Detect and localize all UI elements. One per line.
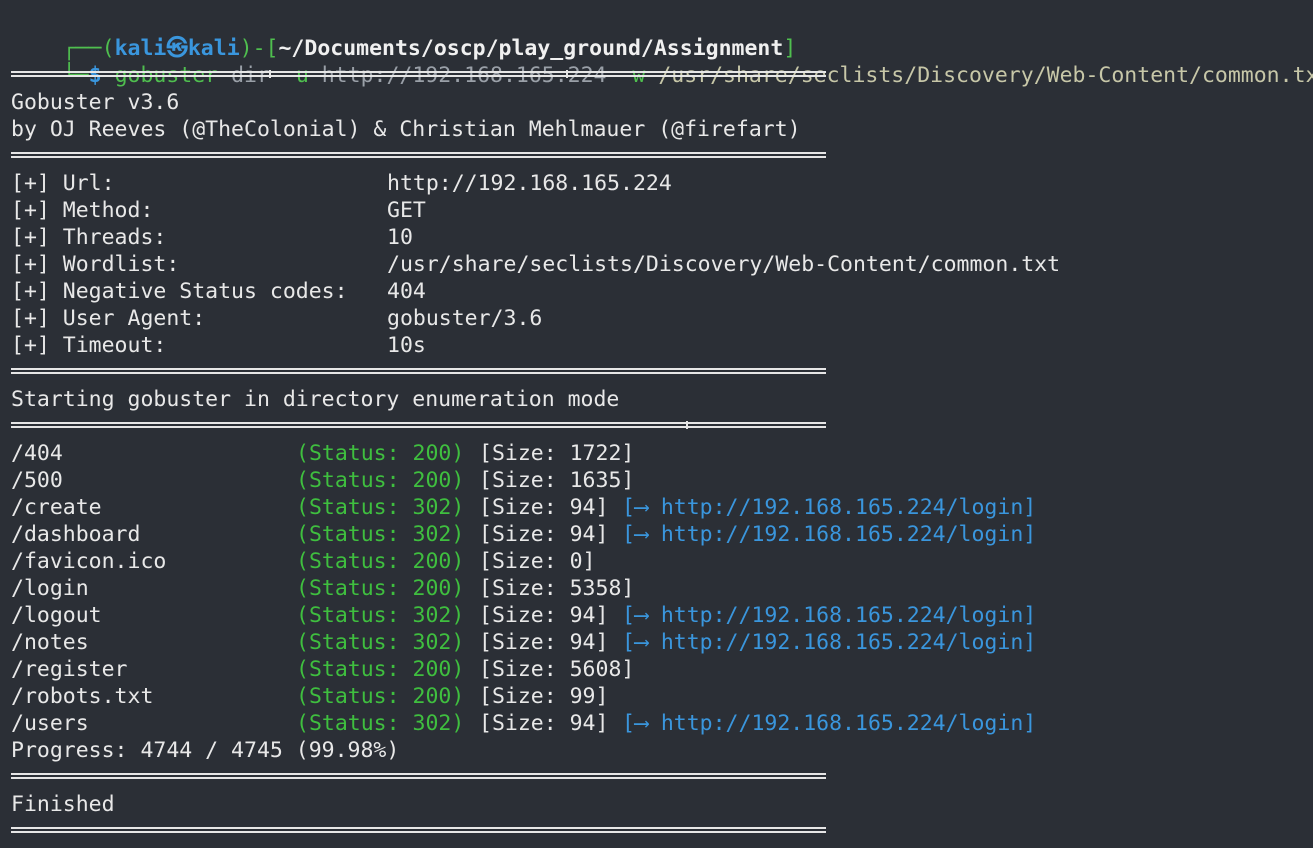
- config-row: [+] Negative Status codes: 404: [11, 278, 1301, 305]
- separator: [11, 773, 826, 779]
- result-row: /login (Status: 200) [Size: 5358]: [11, 575, 1301, 602]
- result-path: /404: [11, 441, 63, 466]
- result-redirect-link[interactable]: [⟶ http://192.168.165.224/login]: [622, 494, 1036, 521]
- result-size: [Size: 94]: [479, 630, 609, 655]
- result-row: /notes (Status: 302) [Size: 94] [⟶ http://1…: [11, 629, 1301, 656]
- config-value: gobuster/3.6: [387, 306, 543, 331]
- result-size: [Size: 5358]: [479, 576, 635, 601]
- result-status: (Status: 200): [296, 549, 465, 574]
- config-value: /usr/share/seclists/Discovery/Web-Conten…: [387, 252, 1061, 277]
- result-row: /favicon.ico (Status: 200) [Size: 0]: [11, 548, 1301, 575]
- config-row: [+] Timeout: 10s: [11, 332, 1301, 359]
- separator: [11, 827, 826, 833]
- config-row: [+] Threads: 10: [11, 224, 1301, 251]
- result-size: [Size: 0]: [479, 549, 596, 574]
- result-status: (Status: 200): [296, 576, 465, 601]
- result-row: /500 (Status: 200) [Size: 1635]: [11, 467, 1301, 494]
- config-row: [+] Wordlist: /usr/share/seclists/Discove…: [11, 251, 1301, 278]
- result-status: (Status: 200): [296, 657, 465, 682]
- result-status: (Status: 302): [296, 711, 465, 736]
- result-status: (Status: 200): [296, 684, 465, 709]
- result-path: /login: [11, 576, 89, 601]
- result-status: (Status: 302): [296, 603, 465, 628]
- config-key: [+] User Agent:: [11, 306, 206, 331]
- separator: [11, 152, 826, 158]
- result-size: [Size: 5608]: [479, 657, 635, 682]
- result-size: [Size: 99]: [479, 684, 609, 709]
- result-path: /notes: [11, 630, 89, 655]
- result-row: /robots.txt (Status: 200) [Size: 99]: [11, 683, 1301, 710]
- prompt-line: ┌──(kali㉿kali)-[~/Documents/oscp/play_gr…: [11, 8, 796, 61]
- result-row: /create (Status: 302) [Size: 94] [⟶ http://…: [11, 494, 1301, 521]
- config-value: 404: [387, 279, 426, 304]
- result-path: /500: [11, 468, 63, 493]
- config-value: 10: [387, 225, 413, 250]
- config-value: GET: [387, 198, 426, 223]
- result-row: /logout (Status: 302) [Size: 94] [⟶ http://…: [11, 602, 1301, 629]
- result-redirect-link[interactable]: [⟶ http://192.168.165.224/login]: [622, 521, 1036, 548]
- config-row: [+] Method: GET: [11, 197, 1301, 224]
- banner-version: Gobuster v3.6: [11, 90, 180, 115]
- result-status: (Status: 200): [296, 441, 465, 466]
- config-key: [+] Threads:: [11, 225, 167, 250]
- result-path: /users: [11, 711, 89, 736]
- result-size: [Size: 94]: [479, 603, 609, 628]
- terminal-window[interactable]: ┌──(kali㉿kali)-[~/Documents/oscp/play_gr…: [0, 0, 1313, 848]
- config-row: [+] User Agent: gobuster/3.6: [11, 305, 1301, 332]
- result-path: /robots.txt: [11, 684, 154, 709]
- result-row: /register (Status: 200) [Size: 5608]: [11, 656, 1301, 683]
- mode-message: Starting gobuster in directory enumerati…: [11, 387, 620, 412]
- result-row: /dashboard (Status: 302) [Size: 94] [⟶ http…: [11, 521, 1301, 548]
- separator: [11, 421, 826, 429]
- config-key: [+] Url:: [11, 171, 115, 196]
- result-row: /users (Status: 302) [Size: 94] [⟶ http://1…: [11, 710, 1301, 737]
- config-key: [+] Method:: [11, 198, 154, 223]
- result-status: (Status: 302): [296, 630, 465, 655]
- separator: [11, 368, 826, 374]
- config-key: [+] Wordlist:: [11, 252, 180, 277]
- result-path: /register: [11, 657, 128, 682]
- result-status: (Status: 200): [296, 468, 465, 493]
- result-status: (Status: 302): [296, 522, 465, 547]
- result-size: [Size: 94]: [479, 522, 609, 547]
- config-row: [+] Url: http://192.168.165.224: [11, 170, 1301, 197]
- result-path: /create: [11, 495, 102, 520]
- result-redirect-link[interactable]: [⟶ http://192.168.165.224/login]: [622, 602, 1036, 629]
- config-value: http://192.168.165.224: [387, 171, 672, 196]
- finished-text: Finished: [11, 792, 115, 817]
- result-status: (Status: 302): [296, 495, 465, 520]
- banner-authors: by OJ Reeves (@TheColonial) & Christian …: [11, 117, 801, 142]
- result-size: [Size: 1635]: [479, 468, 635, 493]
- result-row: /404 (Status: 200) [Size: 1722]: [11, 440, 1301, 467]
- result-redirect-link[interactable]: [⟶ http://192.168.165.224/login]: [622, 629, 1036, 656]
- config-key: [+] Timeout:: [11, 333, 167, 358]
- result-size: [Size: 94]: [479, 711, 609, 736]
- result-path: /dashboard: [11, 522, 141, 547]
- config-key: [+] Negative Status codes:: [11, 279, 348, 304]
- progress-text: Progress: 4744 / 4745 (99.98%): [11, 738, 400, 763]
- result-path: /logout: [11, 603, 102, 628]
- result-size: [Size: 94]: [479, 495, 609, 520]
- result-redirect-link[interactable]: [⟶ http://192.168.165.224/login]: [622, 710, 1036, 737]
- result-path: /favicon.ico: [11, 549, 167, 574]
- config-value: 10s: [387, 333, 426, 358]
- separator: [11, 70, 826, 78]
- result-size: [Size: 1722]: [479, 441, 635, 466]
- command-line[interactable]: └─$ gobuster dir -u http://192.168.165.2…: [11, 35, 1313, 88]
